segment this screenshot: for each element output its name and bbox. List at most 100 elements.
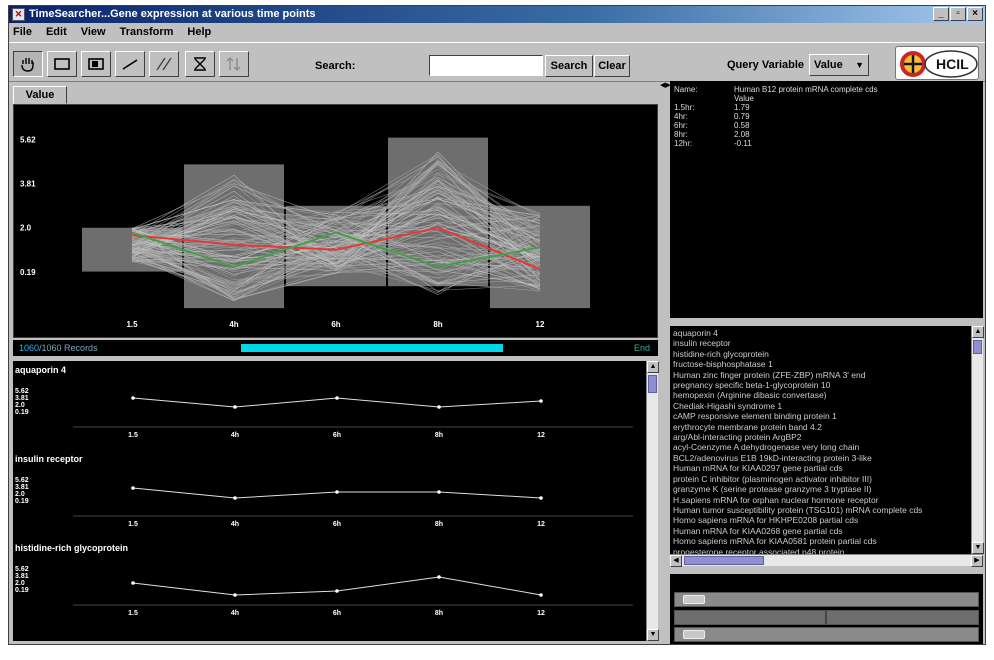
gene-list-item[interactable]: pregnancy specific beta-1-glycoprotein 1… (673, 380, 968, 390)
gene-list-item[interactable]: Human mRNA for KIAA0297 gene partial cds (673, 463, 968, 473)
query-variable-value: Value (814, 59, 843, 71)
gene-list-item[interactable]: histidine-rich glycoprotein (673, 349, 968, 359)
query-variable-label: Query Variable (727, 59, 805, 71)
detail-x-tick: 12 (537, 432, 545, 439)
slider-knob-3[interactable] (683, 630, 705, 639)
info-value-header: Value (734, 94, 754, 103)
gene-list-item[interactable]: BCL2/adenovirus E1B 19kD-interacting pro… (673, 453, 968, 463)
range-end-label: End (633, 343, 650, 353)
detail-charts-svg: aquaporin 45.623.812.00.191.5 4h 6h 8h 12ins… (15, 365, 633, 617)
detail-title-1: insulin receptor (15, 454, 83, 464)
slider-knob-1[interactable] (683, 595, 705, 604)
list-scroll-thumb[interactable] (973, 340, 982, 354)
list-scroll-right-arrow[interactable]: ▶ (971, 555, 983, 567)
menu-view[interactable]: View (81, 26, 106, 38)
detail-y-tick: 2.0 (15, 402, 25, 409)
gene-list-item[interactable]: progesterone receptor associated p48 pro… (673, 547, 968, 554)
gene-list-item[interactable]: insulin receptor (673, 338, 968, 348)
info-name-value: Human B12 protein mRNA complete cds (734, 85, 878, 94)
list-hscroll-thumb[interactable] (684, 556, 764, 565)
detail-point (539, 496, 543, 500)
info-time-label: 4hr: (674, 112, 688, 121)
menu-transform[interactable]: Transform (120, 26, 174, 38)
scroll-up-arrow[interactable]: ▲ (647, 361, 659, 373)
detail-scrollbar[interactable]: ▲ ▼ (646, 361, 659, 641)
angular-query-tool-button[interactable] (115, 51, 145, 77)
parallel-query-tool-button[interactable] (149, 51, 179, 77)
gene-list-item[interactable]: cAMP responsive element binding protein … (673, 411, 968, 421)
menu-help[interactable]: Help (187, 26, 211, 38)
list-scroll-left-arrow[interactable]: ◀ (670, 555, 682, 567)
menu-edit[interactable]: Edit (46, 26, 67, 38)
y-tick-label: 5.62 (20, 136, 36, 145)
detail-point (335, 589, 339, 593)
detail-point (335, 490, 339, 494)
info-time-value: 0.58 (734, 121, 750, 130)
slider-track-3[interactable] (674, 627, 979, 642)
range-query-tool-button[interactable] (219, 51, 249, 77)
record-info-panel: Name: Human B12 protein mRNA complete cds… (670, 81, 983, 318)
hcil-logo: HCIL (895, 46, 979, 80)
time-range-slider[interactable] (241, 344, 503, 352)
gene-list-item[interactable]: Human zinc finger protein (ZFE-ZBP) mRNA… (673, 370, 968, 380)
gene-list-hscrollbar[interactable]: ◀ ▶ (670, 554, 983, 567)
gene-list-item[interactable]: acyl-Coenzyme A dehydrogenase very long … (673, 442, 968, 452)
menu-file[interactable]: File (13, 26, 32, 38)
slider-track-2[interactable] (674, 610, 979, 625)
gene-list[interactable]: aquaporin 4 insulin receptor histidine-ric… (670, 326, 971, 554)
slider-track-1[interactable] (674, 592, 979, 607)
gene-list-item[interactable]: Human tumor susceptibility protein (TSG1… (673, 505, 968, 515)
info-time-value: 2.08 (734, 130, 750, 139)
tab-value[interactable]: Value (13, 86, 67, 104)
leader-query-tool-button[interactable] (185, 51, 215, 77)
query-variable-select[interactable]: Value ▼ (809, 54, 869, 76)
detail-view: aquaporin 4 5.62 3.81 2.0 0.19 1.5 4h 6h 8h 12 ins… (13, 361, 646, 641)
gene-list-item[interactable]: arg/Abl-interacting protein ArgBP2 (673, 432, 968, 442)
overview-chart-svg[interactable]: 5.62 3.81 2.0 0.19 1.5 4h 6h 8h 12 (14, 105, 657, 337)
x-tick-label: 12 (536, 320, 545, 329)
gene-list-item[interactable]: Human mRNA for KIAA0268 gene partial cds (673, 526, 968, 536)
hand-tool-button[interactable] (13, 51, 43, 77)
detail-x-tick: 1.5 (128, 432, 138, 439)
search-button[interactable]: Search (545, 55, 593, 77)
title-bar[interactable]: ✕ TimeSearcher...Gene expression at vari… (9, 6, 985, 23)
detail-point (335, 396, 339, 400)
range-query-icon (226, 57, 241, 71)
gene-list-item[interactable]: hemopexin (Arginine dibasic convertase) (673, 390, 968, 400)
detail-y-tick: 0.19 (15, 409, 29, 416)
gene-list-item[interactable]: erythrocyte membrane protein band 4.2 (673, 422, 968, 432)
overview-chart[interactable]: 5.62 3.81 2.0 0.19 1.5 4h 6h 8h 12 (13, 104, 658, 338)
app-icon: ✕ (12, 8, 25, 21)
gene-list-item[interactable]: fructose-bisphosphatase 1 (673, 359, 968, 369)
gene-list-item[interactable]: granzyme K (serine protease granzyme 3 t… (673, 484, 968, 494)
list-scroll-up-arrow[interactable]: ▲ (972, 326, 984, 338)
logo-text: HCIL (936, 56, 969, 72)
clear-button[interactable]: Clear (594, 55, 630, 77)
info-row: 1.5hr: 1.79 (674, 103, 979, 112)
variable-timebox-tool-button[interactable] (81, 51, 111, 77)
detail-point (131, 581, 135, 585)
info-row: 8hr: 2.08 (674, 130, 979, 139)
slider-controls (670, 574, 983, 644)
angular-query-icon (122, 59, 138, 70)
close-button[interactable]: × (967, 7, 983, 21)
gene-list-item[interactable]: Chediak-Higashi syndrome 1 (673, 401, 968, 411)
scroll-down-arrow[interactable]: ▼ (647, 629, 659, 641)
maximize-button[interactable]: ▫ (950, 7, 966, 21)
gene-list-item[interactable]: protein C inhibitor (plasminogen activat… (673, 474, 968, 484)
detail-y-tick: 3.81 (15, 573, 29, 580)
gene-list-item[interactable]: aquaporin 4 (673, 328, 968, 338)
detail-x-tick: 4h (231, 521, 239, 528)
gene-list-item[interactable]: H.sapiens mRNA for orphan nuclear hormon… (673, 495, 968, 505)
timebox-tool-button[interactable] (47, 51, 77, 77)
search-input[interactable] (429, 55, 543, 76)
list-scroll-down-arrow[interactable]: ▼ (972, 542, 984, 554)
gene-list-item[interactable]: Homo sapiens mRNA for HKHPE0208 partial … (673, 515, 968, 525)
gene-list-item[interactable]: Homo sapiens mRNA for KIAA0581 protein p… (673, 536, 968, 546)
timebox-icon (54, 58, 70, 70)
gene-list-vscrollbar[interactable]: ▲ ▼ (971, 326, 984, 554)
info-row: 6hr: 0.58 (674, 121, 979, 130)
detail-scroll-thumb[interactable] (648, 375, 657, 393)
minimize-button[interactable]: _ (933, 7, 949, 21)
detail-x-tick: 8h (435, 521, 443, 528)
